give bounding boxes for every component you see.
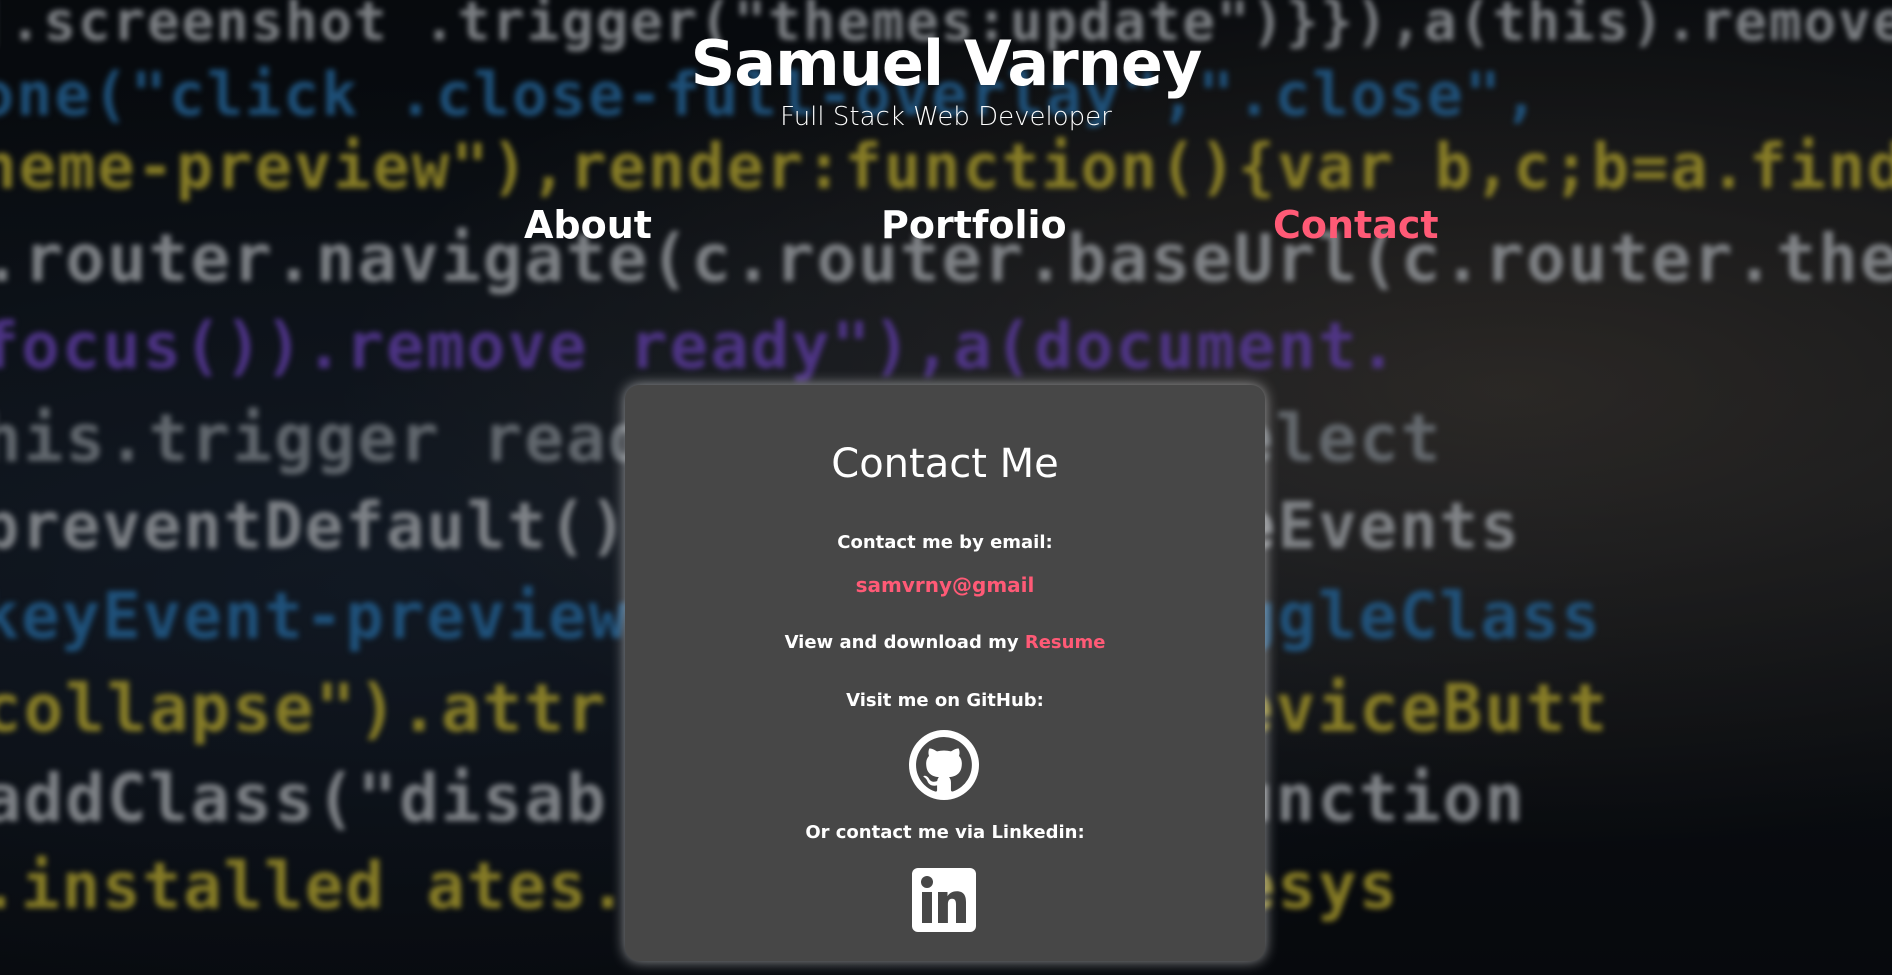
contact-card: Contact Me Contact me by email: samvrny@… bbox=[625, 385, 1265, 961]
github-icon[interactable] bbox=[909, 730, 979, 800]
site-subtitle: Full Stack Web Developer bbox=[780, 102, 1112, 132]
resume-prefix: View and download my bbox=[784, 632, 1025, 653]
github-label: Visit me on GitHub: bbox=[846, 690, 1044, 711]
nav-link-about[interactable]: About bbox=[524, 200, 652, 250]
resume-link[interactable]: Resume bbox=[1025, 632, 1106, 653]
nav-link-portfolio[interactable]: Portfolio bbox=[881, 200, 1067, 250]
linkedin-label: Or contact me via Linkedin: bbox=[805, 822, 1085, 843]
site-header: Samuel Varney Full Stack Web Developer bbox=[0, 28, 1892, 134]
contact-heading: Contact Me bbox=[831, 441, 1059, 487]
email-row: samvrny@gmail bbox=[625, 573, 1265, 597]
linkedin-icon[interactable] bbox=[909, 865, 979, 935]
email-label: Contact me by email: bbox=[837, 532, 1053, 553]
email-link[interactable]: samvrny@gmail bbox=[856, 573, 1035, 597]
resume-row: View and download my Resume bbox=[625, 631, 1265, 655]
nav-link-contact[interactable]: Contact bbox=[1273, 200, 1439, 250]
main-nav: About Portfolio Contact bbox=[0, 200, 1892, 250]
site-title: Samuel Varney bbox=[690, 27, 1203, 100]
